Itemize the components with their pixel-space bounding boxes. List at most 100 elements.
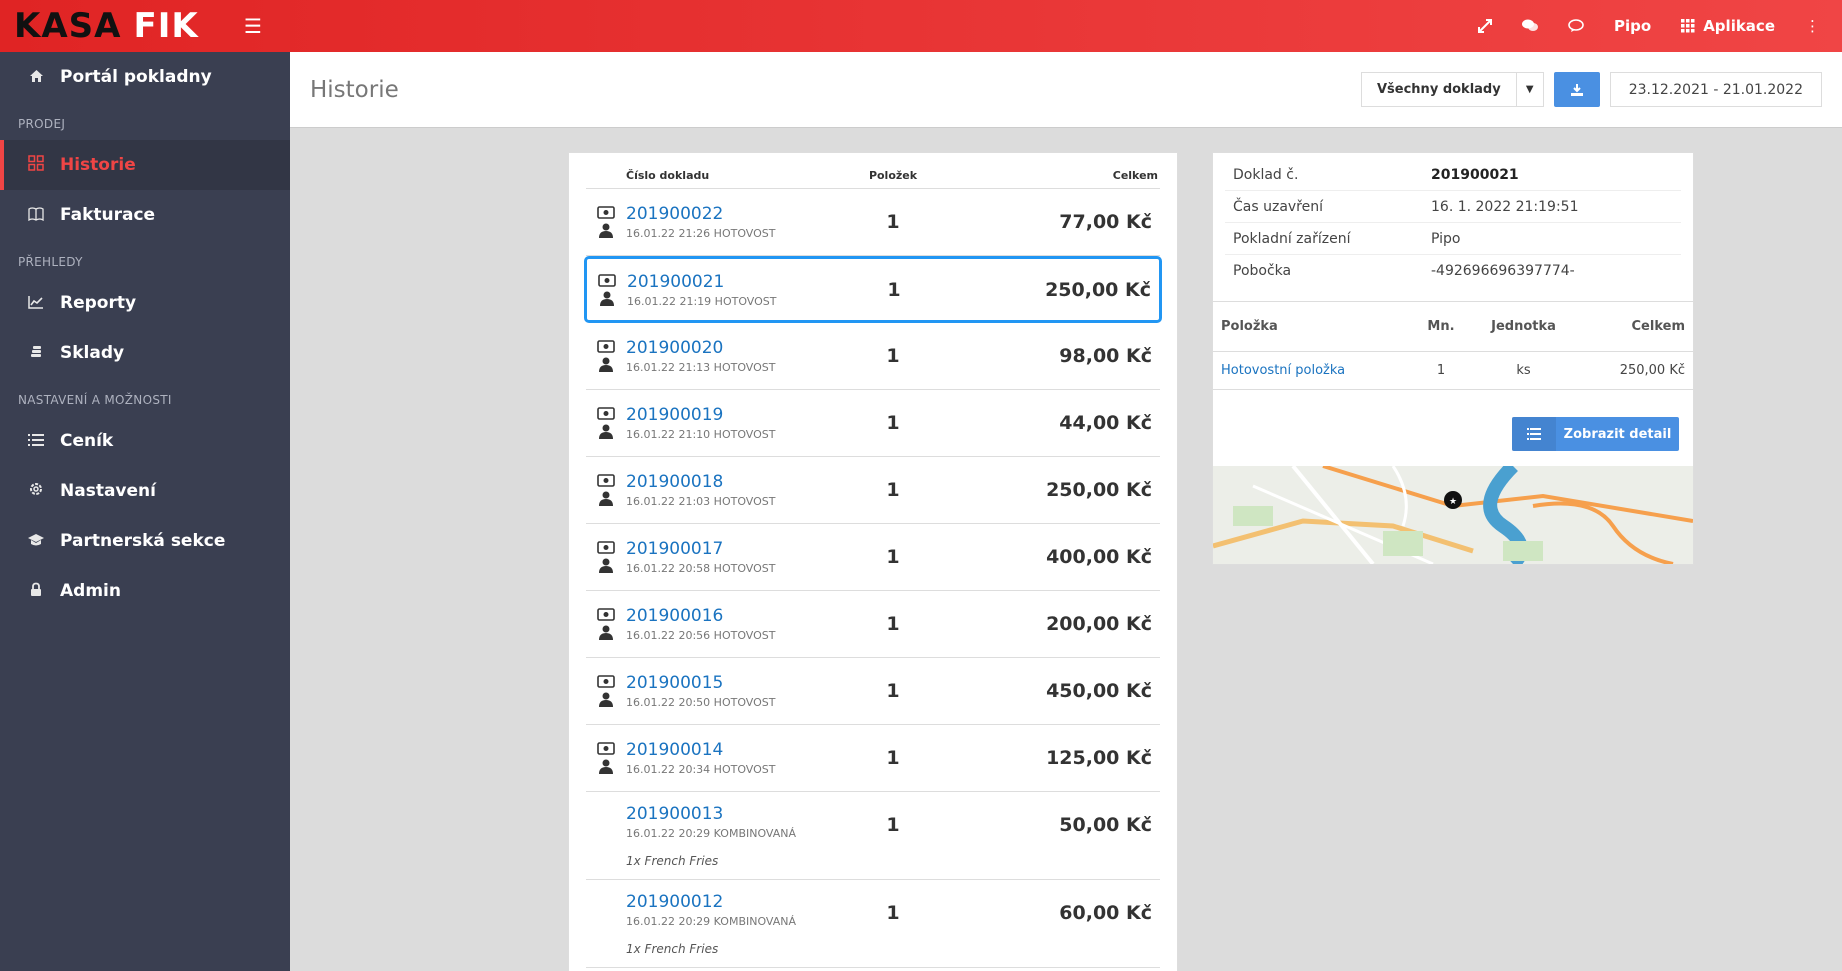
user-name[interactable]: Pipo: [1599, 0, 1666, 52]
receipt-total: 50,00 Kč: [1059, 813, 1152, 836]
detail-key: Pobočka: [1233, 263, 1292, 279]
download-icon: [1570, 83, 1583, 96]
user-icon: [599, 491, 613, 506]
item-name-link[interactable]: Hotovostní položka: [1221, 363, 1416, 378]
table-row[interactable]: 201900015 16.01.22 20:50 HOTOVOST 1 450,…: [586, 658, 1160, 725]
items-header-qty: Mn.: [1427, 319, 1455, 334]
table-row[interactable]: 201900021 16.01.22 21:19 HOTOVOST 1 250,…: [584, 256, 1162, 323]
sidebar-item-cenik[interactable]: Ceník: [0, 416, 290, 466]
cash-icon: [597, 608, 615, 621]
receipt-number-link[interactable]: 201900014: [626, 740, 843, 760]
sidebar-item-label: Sklady: [60, 343, 125, 363]
apps-menu[interactable]: Aplikace: [1666, 0, 1790, 52]
show-detail-button[interactable]: Zobrazit detail: [1512, 417, 1679, 451]
detail-value: -492696696397774-: [1431, 263, 1575, 279]
table-row[interactable]: 201900018 16.01.22 21:03 HOTOVOST 1 250,…: [586, 457, 1160, 524]
more-vertical-icon[interactable]: ⋮: [1790, 0, 1842, 52]
receipt-number-link[interactable]: 201900022: [626, 204, 843, 224]
show-detail-label: Zobrazit detail: [1563, 426, 1672, 442]
sidebar-item-partnerska-sekce[interactable]: Partnerská sekce: [0, 516, 290, 566]
hamburger-menu-icon[interactable]: ☰: [244, 14, 262, 38]
document-filter-label[interactable]: Všechny doklady: [1362, 73, 1517, 106]
receipt-qty: 1: [886, 747, 900, 769]
lock-icon: [26, 582, 46, 601]
sidebar-item-label: Ceník: [60, 431, 114, 451]
sidebar-item-label: Fakturace: [60, 205, 156, 225]
logo[interactable]: KASA FIK: [0, 6, 250, 46]
detail-row-number: Doklad č. 201900021: [1225, 159, 1681, 191]
chart-line-icon: [26, 294, 46, 313]
detail-fields: Doklad č. 201900021 Čas uzavření 16. 1. …: [1225, 159, 1681, 287]
download-button[interactable]: [1553, 72, 1600, 107]
user-icon: [599, 424, 613, 439]
receipt-meta: 16.01.22 20:34 HOTOVOST: [626, 763, 776, 776]
receipt-number-link[interactable]: 201900021: [627, 272, 844, 292]
sidebar-item-nastaveni[interactable]: Nastavení: [0, 466, 290, 516]
sidebar-item-label: Portál pokladny: [60, 67, 212, 87]
logo-fik: FIK: [133, 6, 199, 46]
receipt-qty: 1: [886, 813, 900, 836]
receipt-number-link[interactable]: 201900015: [626, 673, 843, 693]
table-row[interactable]: 201900013 16.01.22 20:29 KOMBINOVANÁ 1x …: [586, 792, 1160, 880]
table-row[interactable]: 201900017 16.01.22 20:58 HOTOVOST 1 400,…: [586, 524, 1160, 591]
receipt-total: 250,00 Kč: [1045, 278, 1151, 301]
receipt-meta: 16.01.22 21:26 HOTOVOST: [626, 227, 776, 240]
receipt-note: 1x French Fries: [626, 941, 719, 956]
table-row[interactable]: 201900022 16.01.22 21:26 HOTOVOST 1 77,0…: [586, 189, 1160, 256]
fullscreen-icon[interactable]: [1463, 0, 1507, 52]
row-main: 201900014 16.01.22 20:34 HOTOVOST: [626, 740, 843, 776]
apps-grid-icon: [1681, 19, 1695, 33]
sidebar-item-admin[interactable]: Admin: [0, 566, 290, 616]
document-filter-dropdown[interactable]: Všechny doklady ▼: [1360, 72, 1544, 107]
receipt-total: 77,00 Kč: [1059, 211, 1152, 233]
receipt-total: 60,00 Kč: [1059, 901, 1152, 924]
receipt-qty: 1: [886, 680, 900, 702]
receipt-number-link[interactable]: 201900012: [626, 892, 843, 912]
receipt-qty: 1: [886, 901, 900, 924]
comment-icon[interactable]: [1553, 0, 1599, 52]
table-row[interactable]: 201900012 16.01.22 20:29 KOMBINOVANÁ 1x …: [586, 880, 1160, 968]
receipt-number-link[interactable]: 201900013: [626, 804, 843, 824]
sidebar-item-fakturace[interactable]: Fakturace: [0, 190, 290, 240]
receipt-number-link[interactable]: 201900017: [626, 539, 843, 559]
receipt-number-link[interactable]: 201900018: [626, 472, 843, 492]
page-header: Historie Všechny doklady ▼ 23.12.2021 - …: [290, 52, 1842, 128]
user-icon: [600, 291, 614, 306]
sidebar-item-historie[interactable]: Historie: [0, 140, 290, 190]
items-header-item: Položka: [1221, 319, 1278, 334]
receipt-total: 98,00 Kč: [1059, 345, 1152, 367]
sidebar-item-reporty[interactable]: Reporty: [0, 278, 290, 328]
row-main: 201900021 16.01.22 21:19 HOTOVOST: [627, 272, 844, 308]
sidebar-item-label: Partnerská sekce: [60, 531, 226, 551]
receipt-note: 1x French Fries: [626, 853, 719, 868]
receipt-number-link[interactable]: 201900019: [626, 405, 843, 425]
receipt-number-link[interactable]: 201900020: [626, 338, 843, 358]
sidebar-section-prodej: PRODEJ: [18, 117, 66, 131]
sidebar-item-portal[interactable]: Portál pokladny: [0, 52, 290, 102]
date-range-picker[interactable]: 23.12.2021 - 21.01.2022: [1609, 72, 1822, 107]
table-row[interactable]: 201900020 16.01.22 21:13 HOTOVOST 1 98,0…: [586, 323, 1160, 390]
detail-key: Čas uzavření: [1233, 198, 1324, 215]
receipt-meta: 16.01.22 20:29 KOMBINOVANÁ: [626, 914, 797, 928]
col-header-total: Celkem: [1112, 169, 1158, 182]
cash-icon: [598, 273, 616, 287]
table-row[interactable]: 201900014 16.01.22 20:34 HOTOVOST 1 125,…: [586, 725, 1160, 792]
cash-icon: [597, 541, 615, 554]
detail-value: 201900021: [1431, 166, 1519, 183]
receipt-meta: 16.01.22 20:50 HOTOVOST: [626, 696, 776, 709]
receipt-qty: 1: [887, 278, 901, 301]
chat-icon[interactable]: [1507, 0, 1553, 52]
caret-down-icon[interactable]: ▼: [1517, 84, 1543, 95]
table-row[interactable]: 201900016 16.01.22 20:56 HOTOVOST 1 200,…: [586, 591, 1160, 658]
sidebar-item-sklady[interactable]: Sklady: [0, 328, 290, 378]
location-map[interactable]: ★: [1213, 466, 1693, 564]
item-total: 250,00 Kč: [1619, 363, 1685, 378]
receipts-list: Číslo dokladu Položek Celkem 201900022 1…: [568, 152, 1178, 971]
receipt-number-link[interactable]: 201900016: [626, 606, 843, 626]
list-icon: [26, 432, 46, 451]
table-row[interactable]: 201900019 16.01.22 21:10 HOTOVOST 1 44,0…: [586, 390, 1160, 457]
row-main: 201900022 16.01.22 21:26 HOTOVOST: [626, 204, 843, 240]
item-unit: ks: [1516, 363, 1531, 378]
cash-icon: [597, 675, 615, 688]
sidebar-item-label: Reporty: [60, 293, 137, 313]
